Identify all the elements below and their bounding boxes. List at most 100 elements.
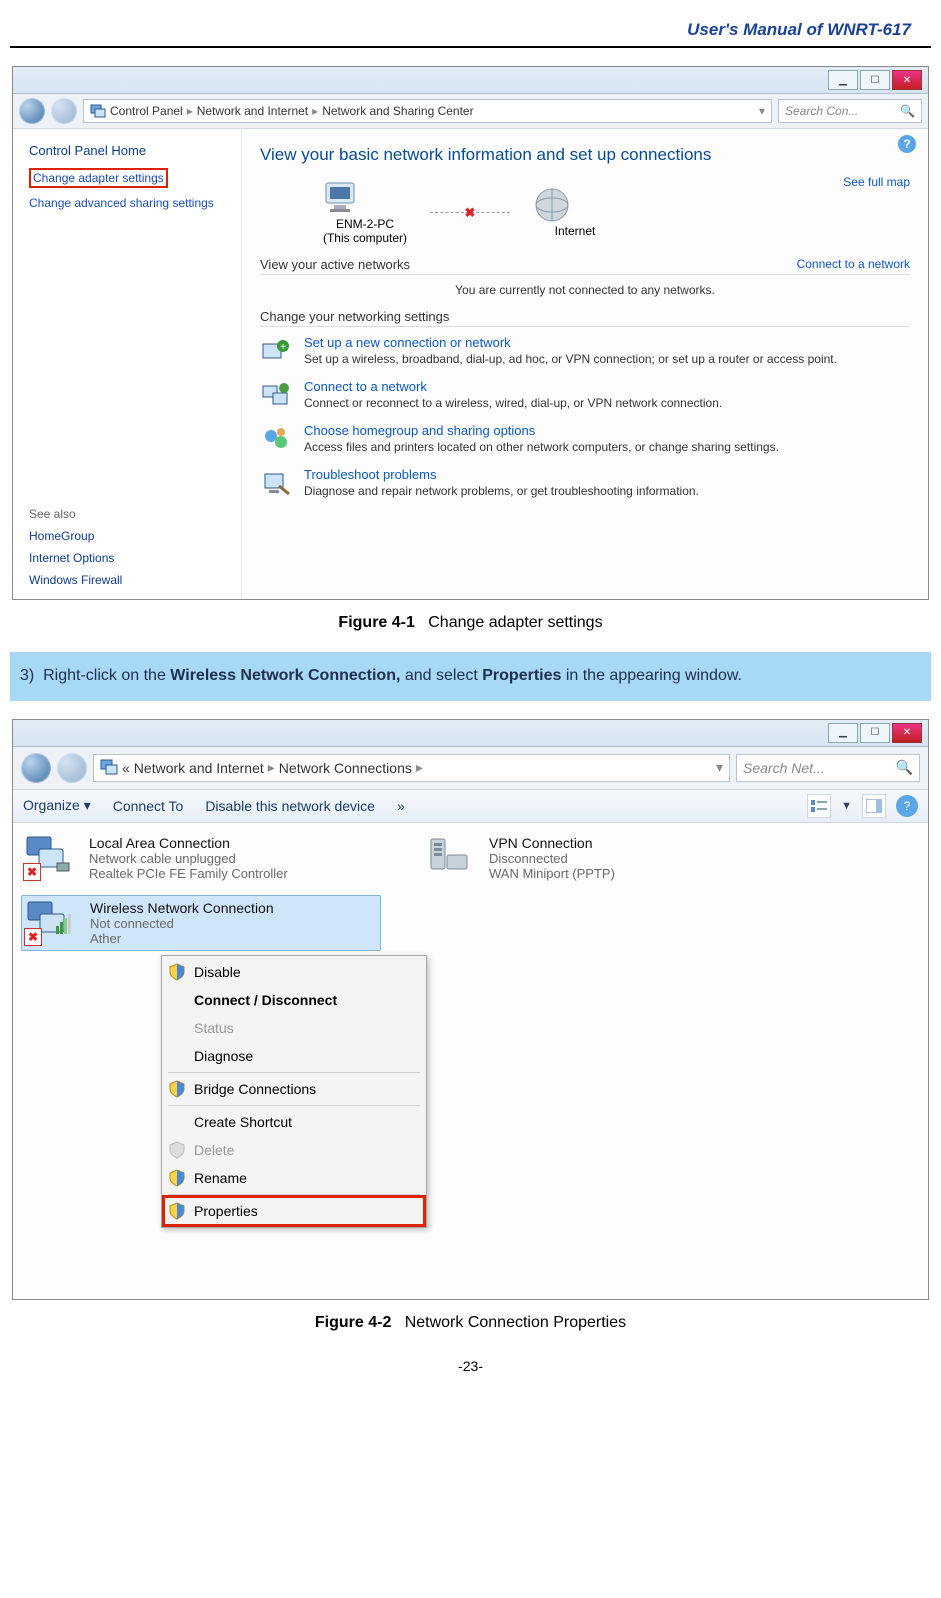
sidebar-item-internet-options[interactable]: Internet Options — [29, 551, 229, 565]
change-settings-label: Change your networking settings — [260, 309, 910, 324]
sidebar-item-homegroup[interactable]: HomeGroup — [29, 529, 229, 543]
action-link[interactable]: Connect to a network — [304, 379, 910, 394]
search-placeholder: Search Net... — [743, 760, 825, 776]
ctx-connect-disconnect[interactable]: Connect / Disconnect — [164, 986, 424, 1014]
connect-to-network-link[interactable]: Connect to a network — [797, 257, 910, 271]
conn-name: VPN Connection — [489, 835, 615, 851]
search-input[interactable]: Search Con... 🔍 — [778, 99, 922, 123]
screenshot-2: ▁ ☐ ✕ « Network and Internet▸ Network Co… — [12, 719, 929, 1300]
connection-line: ✖ — [430, 212, 510, 213]
close-button[interactable]: ✕ — [892, 723, 922, 743]
toolbar-organize[interactable]: Organize ▾ — [23, 797, 91, 814]
conn-state: Not connected — [90, 916, 274, 931]
ctx-label: Properties — [194, 1203, 258, 1219]
preview-pane-button[interactable] — [862, 794, 886, 818]
forward-button[interactable] — [51, 98, 77, 124]
toolbar-more[interactable]: » — [397, 798, 405, 814]
action-link[interactable]: Troubleshoot problems — [304, 467, 910, 482]
ctx-label: Rename — [194, 1170, 247, 1186]
breadcrumb-seg[interactable]: Network and Internet — [197, 104, 308, 118]
spacer-icon — [168, 1047, 186, 1065]
toolbar-disable-device[interactable]: Disable this network device — [205, 798, 375, 814]
help-icon[interactable]: ? — [898, 135, 916, 153]
svg-text:+: + — [280, 342, 286, 353]
context-menu: Disable Connect / Disconnect Status Diag… — [161, 955, 427, 1228]
setup-icon: + — [260, 335, 292, 367]
ctx-label: Disable — [194, 964, 241, 980]
minimize-button[interactable]: ▁ — [828, 723, 858, 743]
ctx-delete: Delete — [164, 1136, 424, 1164]
forward-button[interactable] — [57, 753, 87, 783]
computer-name: ENM-2-PC — [336, 217, 394, 231]
maximize-button[interactable]: ☐ — [860, 723, 890, 743]
conn-hw: WAN Miniport (PPTP) — [489, 866, 615, 881]
computer-sub: (This computer) — [323, 231, 407, 245]
breadcrumb-seg[interactable]: Network and Sharing Center — [322, 104, 473, 118]
see-also-head: See also — [29, 507, 229, 521]
sidebar: Control Panel Home Change adapter settin… — [13, 129, 242, 599]
breadcrumb-seg[interactable]: Control Panel — [110, 104, 183, 118]
maximize-button[interactable]: ☐ — [860, 70, 890, 90]
sidebar-item-advanced-sharing[interactable]: Change advanced sharing settings — [29, 196, 229, 210]
ctx-properties[interactable]: Properties — [164, 1197, 424, 1225]
spacer-icon — [168, 1019, 186, 1037]
action-desc: Diagnose and repair network problems, or… — [304, 484, 910, 498]
spacer-icon — [168, 1113, 186, 1131]
network-icon — [100, 757, 118, 778]
action-link[interactable]: Choose homegroup and sharing options — [304, 423, 910, 438]
minimize-button[interactable]: ▁ — [828, 70, 858, 90]
conn-name: Local Area Connection — [89, 835, 288, 851]
ctx-label: Connect / Disconnect — [194, 992, 337, 1008]
breadcrumb[interactable]: « Network and Internet▸ Network Connecti… — [93, 754, 730, 782]
not-connected-text: You are currently not connected to any n… — [260, 283, 910, 297]
view-layout-button[interactable] — [807, 794, 831, 818]
action-link[interactable]: Set up a new connection or network — [304, 335, 910, 350]
figure-4-2-caption: Figure 4-2 Network Connection Properties — [10, 1314, 931, 1332]
search-input[interactable]: Search Net... 🔍 — [736, 754, 920, 782]
toolbar: Organize ▾ Connect To Disable this netwo… — [13, 790, 928, 823]
homegroup-icon — [260, 423, 292, 455]
page-number: -23- — [10, 1358, 931, 1374]
action-setup-connection[interactable]: + Set up a new connection or network Set … — [260, 335, 910, 367]
conn-name: Wireless Network Connection — [90, 900, 274, 916]
breadcrumb-prefix: « — [122, 760, 130, 776]
sidebar-item-firewall[interactable]: Windows Firewall — [29, 573, 229, 587]
connection-vpn[interactable]: VPN Connection Disconnected WAN Miniport… — [421, 831, 781, 885]
action-connect[interactable]: Connect to a networkConnect or reconnect… — [260, 379, 910, 411]
connection-lan[interactable]: ✖ Local Area Connection Network cable un… — [21, 831, 381, 885]
action-homegroup[interactable]: Choose homegroup and sharing optionsAcce… — [260, 423, 910, 455]
ctx-diagnose[interactable]: Diagnose — [164, 1042, 424, 1070]
connection-wireless[interactable]: ✖ Wireless Network Connection Not connec… — [21, 895, 381, 951]
shield-icon — [168, 1141, 186, 1159]
breadcrumb[interactable]: Control Panel▸ Network and Internet▸ Net… — [83, 99, 772, 123]
action-troubleshoot[interactable]: Troubleshoot problems Diagnose and repair… — [260, 467, 910, 499]
ctx-rename[interactable]: Rename — [164, 1164, 424, 1192]
see-full-map-link[interactable]: See full map — [843, 175, 910, 189]
back-button[interactable] — [21, 753, 51, 783]
view-dropdown[interactable]: ▼ — [841, 800, 852, 812]
ctx-create-shortcut[interactable]: Create Shortcut — [164, 1108, 424, 1136]
network-icon — [90, 102, 106, 121]
ctx-bridge[interactable]: Bridge Connections — [164, 1075, 424, 1103]
step-3-instruction: 3) Right-click on the Wireless Network C… — [10, 652, 931, 701]
conn-state: Network cable unplugged — [89, 851, 288, 866]
back-button[interactable] — [19, 98, 45, 124]
computer-icon — [320, 179, 364, 217]
ctx-disable[interactable]: Disable — [164, 958, 424, 986]
action-desc: Set up a wireless, broadband, dial-up, a… — [304, 352, 910, 366]
ctx-status: Status — [164, 1014, 424, 1042]
main-panel: ? View your basic network information an… — [242, 129, 928, 599]
toolbar-connect-to[interactable]: Connect To — [113, 798, 184, 814]
internet-label: Internet — [530, 224, 620, 238]
shield-icon — [168, 963, 186, 981]
connect-icon — [260, 379, 292, 411]
internet-icon — [530, 186, 574, 224]
shield-icon — [168, 1169, 186, 1187]
help-icon[interactable]: ? — [896, 795, 918, 817]
breadcrumb-seg[interactable]: Network and Internet — [134, 760, 264, 776]
breadcrumb-seg[interactable]: Network Connections — [279, 760, 412, 776]
sidebar-item-change-adapter[interactable]: Change adapter settings — [29, 168, 229, 188]
close-button[interactable]: ✕ — [892, 70, 922, 90]
conn-state: Disconnected — [489, 851, 615, 866]
network-map: ENM-2-PC(This computer) ✖ Internet — [320, 179, 910, 245]
